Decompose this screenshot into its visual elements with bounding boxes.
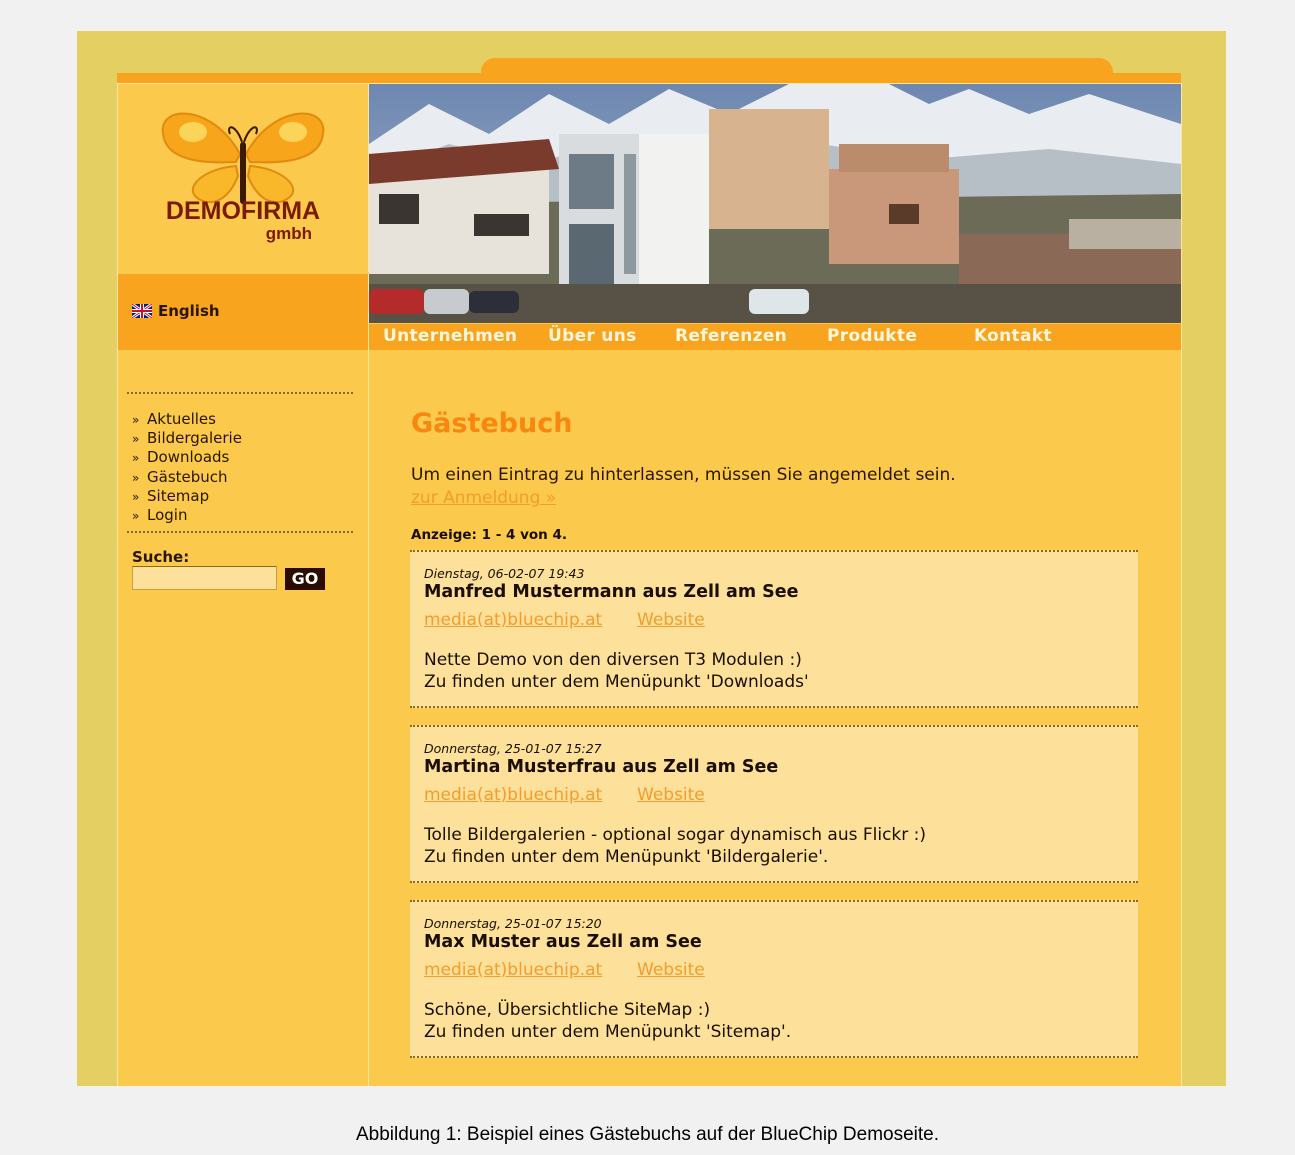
entry-website-link[interactable]: Website	[637, 960, 705, 980]
page-title: Gästebuch	[411, 408, 573, 439]
uk-flag-icon	[132, 304, 152, 318]
sidebar-item-gaestebuch[interactable]: » Gästebuch	[132, 468, 242, 487]
chevron-right-icon: »	[132, 489, 140, 504]
chevron-right-icon: »	[132, 470, 140, 485]
entry-message-line2: Zu finden unter dem Menüpunkt 'Sitemap'.	[424, 1022, 792, 1042]
search-label: Suche:	[132, 548, 190, 566]
entry-email-link[interactable]: media(at)bluechip.at	[424, 960, 602, 980]
nav-referenzen[interactable]: Referenzen	[675, 326, 787, 346]
guestbook-entry: Donnerstag, 25-01-07 15:27 Martina Muste…	[410, 725, 1138, 883]
entry-author: Martina Musterfrau aus Zell am See	[424, 757, 779, 777]
language-area: English	[118, 274, 369, 350]
chevron-right-icon: »	[132, 432, 140, 447]
sidebar-item-aktuelles[interactable]: » Aktuelles	[132, 410, 242, 429]
entry-date: Donnerstag, 25-01-07 15:27	[424, 741, 602, 756]
entry-message-line1: Schöne, Übersichtliche SiteMap :)	[424, 1000, 711, 1020]
butterfly-logo: DEMOFIRMA gmbh	[161, 112, 325, 243]
entry-email-link[interactable]: media(at)bluechip.at	[424, 610, 602, 630]
entry-message-line2: Zu finden unter dem Menüpunkt 'Bildergal…	[424, 847, 829, 867]
intro-text: Um einen Eintrag zu hinterlassen, müssen…	[411, 465, 956, 485]
entry-message-line2: Zu finden unter dem Menüpunkt 'Downloads…	[424, 672, 809, 692]
entry-website-link[interactable]: Website	[637, 610, 705, 630]
entry-date: Dienstag, 06-02-07 19:43	[424, 566, 585, 581]
entry-message-line1: Nette Demo von den diversen T3 Modulen :…	[424, 650, 802, 670]
site-layout: DEMOFIRMA gmbh English Unternehmen Über …	[117, 83, 1182, 1086]
entry-message-line1: Tolle Bildergalerien - optional sogar dy…	[424, 825, 927, 845]
nav-produkte[interactable]: Produkte	[827, 326, 917, 346]
sidebar-item-sitemap[interactable]: » Sitemap	[132, 487, 242, 506]
guestbook-entry: Donnerstag, 25-01-07 15:20 Max Muster au…	[410, 900, 1138, 1058]
language-label: English	[158, 302, 220, 320]
language-switch[interactable]: English	[132, 302, 220, 320]
sidebar-item-downloads[interactable]: » Downloads	[132, 448, 242, 467]
sidebar-divider-top	[127, 392, 353, 394]
main-nav: Unternehmen Über uns Referenzen Produkte…	[369, 324, 1181, 350]
entry-date: Donnerstag, 25-01-07 15:20	[424, 916, 602, 931]
header-photo	[369, 84, 1181, 323]
chevron-right-icon: »	[132, 509, 140, 524]
logo-area[interactable]: DEMOFIRMA gmbh	[118, 84, 369, 272]
entry-author: Manfred Mustermann aus Zell am See	[424, 582, 799, 602]
main-content: Gästebuch Um einen Eintrag zu hinterlass…	[369, 350, 1181, 1086]
login-link[interactable]: zur Anmeldung »	[411, 488, 556, 508]
nav-kontakt[interactable]: Kontakt	[974, 326, 1052, 346]
search-go-button[interactable]: GO	[285, 568, 325, 590]
brand-sub: gmbh	[266, 224, 312, 243]
entry-author: Max Muster aus Zell am See	[424, 932, 702, 952]
chevron-right-icon: »	[132, 413, 140, 427]
entry-email-link[interactable]: media(at)bluechip.at	[424, 785, 602, 805]
sidebar-item-bildergalerie[interactable]: » Bildergalerie	[132, 429, 242, 448]
building-photo	[369, 84, 1181, 323]
sidebar-item-login[interactable]: » Login	[132, 506, 242, 525]
entry-website-link[interactable]: Website	[637, 785, 705, 805]
sidebar-menu: » Aktuelles » Bildergalerie » Downloads » Gä…	[132, 410, 242, 525]
nav-unternehmen[interactable]: Unternehmen	[383, 326, 517, 346]
sidebar-divider-bottom	[127, 531, 353, 533]
entry-count: Anzeige: 1 - 4 von 4.	[411, 527, 568, 543]
brand-name: DEMOFIRMA	[166, 197, 320, 225]
search-input[interactable]	[132, 566, 277, 590]
nav-ueber-uns[interactable]: Über uns	[548, 326, 637, 346]
figure-caption: Abbildung 1: Beispiel eines Gästebuchs a…	[355, 1124, 940, 1145]
chevron-right-icon: »	[132, 451, 140, 466]
page-frame: DEMOFIRMA gmbh English Unternehmen Über …	[77, 31, 1226, 1086]
guestbook-entry: Dienstag, 06-02-07 19:43 Manfred Musterm…	[410, 550, 1138, 708]
header-strip	[117, 73, 1181, 83]
